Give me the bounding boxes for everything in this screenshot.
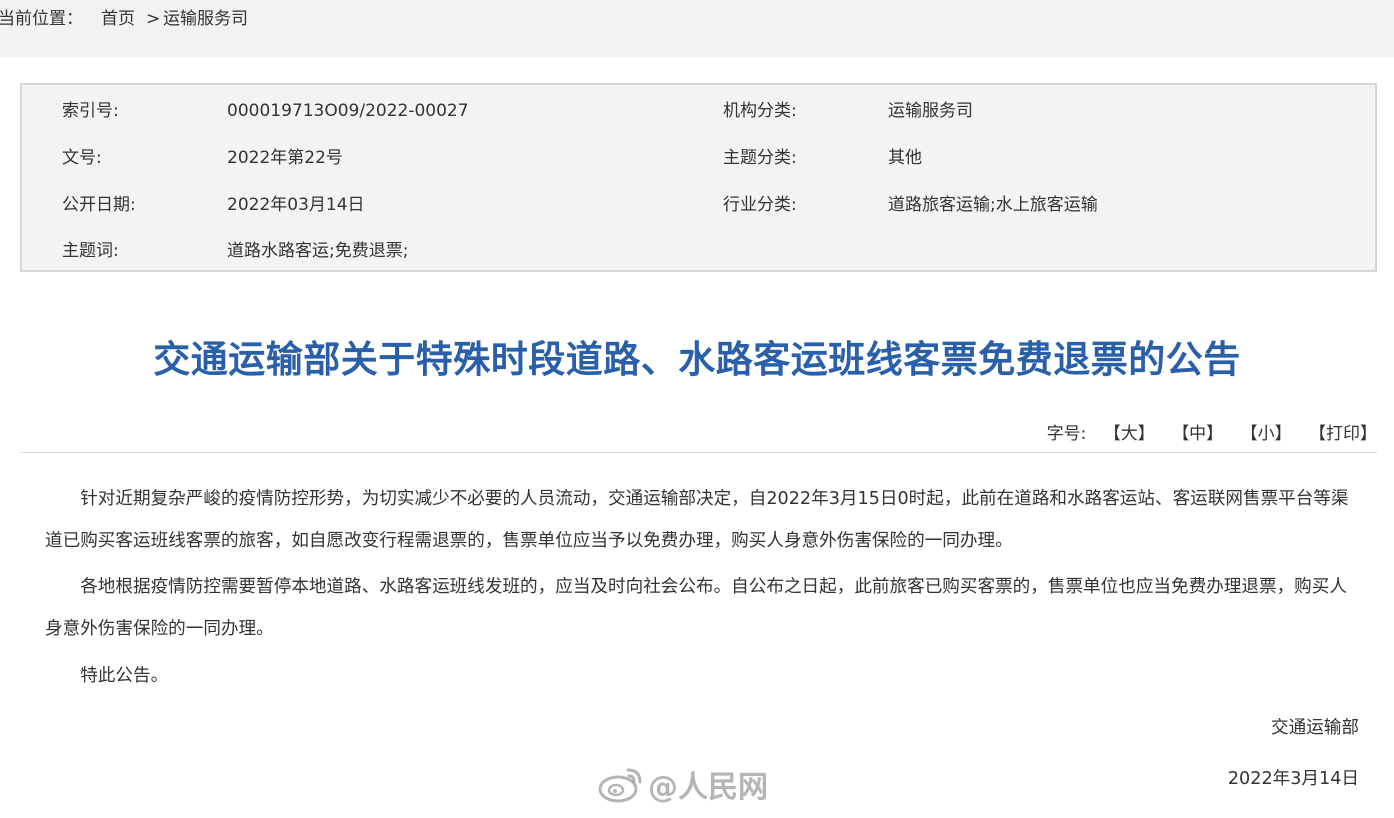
docno-label: 文号: (62, 148, 102, 168)
document-metadata-panel: 索引号: 000019713O09/2022-00027 机构分类: 运输服务司… (20, 83, 1377, 272)
font-small-button[interactable]: 【小】 (1241, 424, 1292, 444)
watermark: @人民网 (598, 762, 768, 806)
breadcrumb-current-link[interactable]: 运输服务司 (163, 0, 248, 38)
breadcrumb-separator: > (146, 9, 161, 29)
industry-label: 行业分类: (723, 195, 797, 215)
topic-label: 主题分类: (723, 148, 797, 168)
keywords-label: 主题词: (62, 241, 119, 261)
breadcrumb-prefix: 当前位置： (0, 9, 83, 29)
industry-value: 道路旅客运输;水上旅客运输 (888, 195, 1098, 215)
weibo-icon (598, 768, 642, 803)
font-medium-button[interactable]: 【中】 (1172, 424, 1223, 444)
date-label: 公开日期: (62, 195, 136, 215)
font-size-tools: 字号: 【大】 【中】 【小】 【打印】 (1047, 422, 1377, 446)
signature: 交通运输部 (1271, 718, 1359, 738)
org-value: 运输服务司 (888, 101, 973, 121)
keywords-value: 道路水路客运;免费退票; (227, 241, 409, 261)
docno-value: 2022年第22号 (227, 148, 343, 168)
divider (20, 452, 1377, 453)
body-paragraph-3: 特此公告。 (80, 666, 169, 686)
org-label: 机构分类: (723, 101, 797, 121)
font-large-button[interactable]: 【大】 (1104, 424, 1155, 444)
index-value: 000019713O09/2022-00027 (227, 101, 469, 121)
breadcrumb-home-link[interactable]: 首页 (101, 0, 135, 38)
font-size-label: 字号: (1046, 424, 1087, 444)
body-paragraph-2: 各地根据疫情防控需要暂停本地道路、水路客运班线发班的，应当及时向社会公布。自公布… (45, 577, 1347, 639)
document-title: 交通运输部关于特殊时段道路、水路客运班线客票免费退票的公告 (153, 338, 1241, 381)
topic-value: 其他 (888, 148, 922, 168)
date-value: 2022年03月14日 (227, 195, 365, 215)
signature-date: 2022年3月14日 (1227, 769, 1359, 789)
breadcrumb: 当前位置： 首页 > 运输服务司 (0, 0, 1394, 57)
watermark-text: @人民网 (648, 770, 768, 805)
index-label: 索引号: (62, 101, 119, 121)
print-button[interactable]: 【打印】 (1309, 424, 1377, 444)
body-paragraph-1: 针对近期复杂严峻的疫情防控形势，为切实减少不必要的人员流动，交通运输部决定，自2… (45, 489, 1349, 551)
